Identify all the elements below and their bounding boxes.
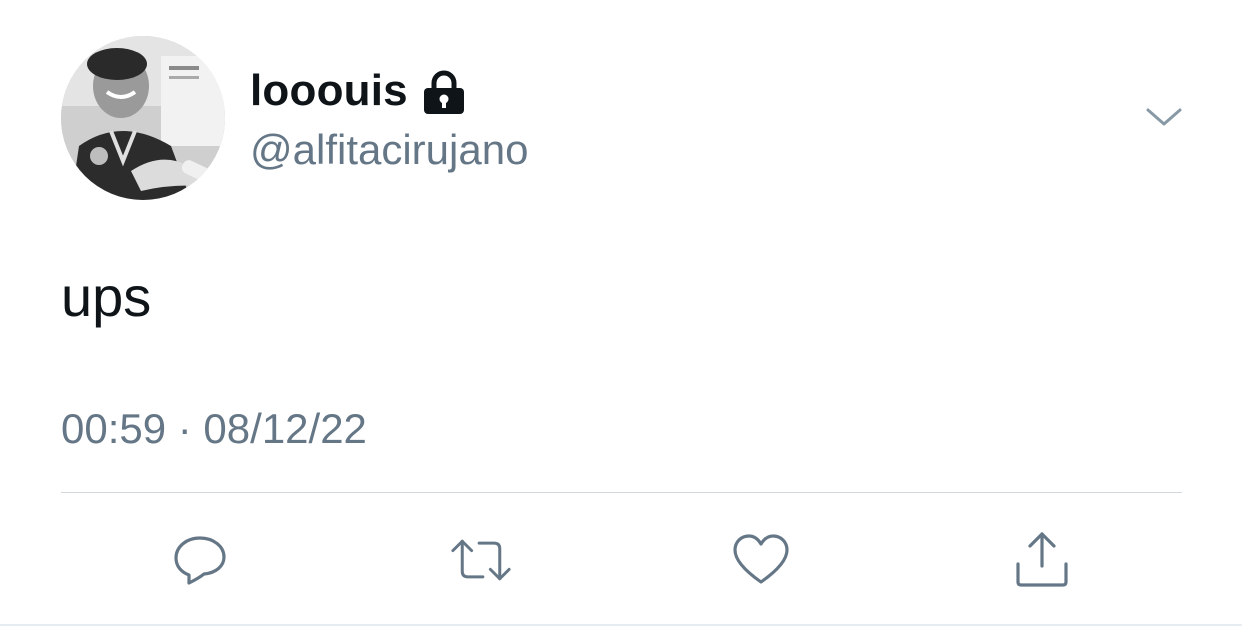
tweet-timestamp[interactable]: 00:59 · 08/12/22 <box>61 402 367 456</box>
like-button[interactable] <box>731 530 791 590</box>
user-handle[interactable]: @alfitacirujano <box>250 124 528 176</box>
avatar-photo <box>61 36 225 200</box>
retweet-icon <box>451 539 511 581</box>
heart-icon <box>733 534 789 584</box>
lock-icon <box>422 70 466 116</box>
tweet-text: ups <box>61 265 152 328</box>
retweet-button[interactable] <box>451 530 511 590</box>
reply-icon <box>174 536 226 585</box>
display-name-row: looouis <box>250 63 466 119</box>
share-button[interactable] <box>1012 530 1072 590</box>
avatar[interactable] <box>61 36 225 200</box>
share-icon <box>1016 532 1068 587</box>
chevron-down-icon <box>1146 108 1182 126</box>
display-name[interactable]: looouis <box>250 63 408 119</box>
divider <box>61 492 1182 493</box>
reply-button[interactable] <box>170 530 230 590</box>
more-options-button[interactable] <box>1144 102 1184 132</box>
